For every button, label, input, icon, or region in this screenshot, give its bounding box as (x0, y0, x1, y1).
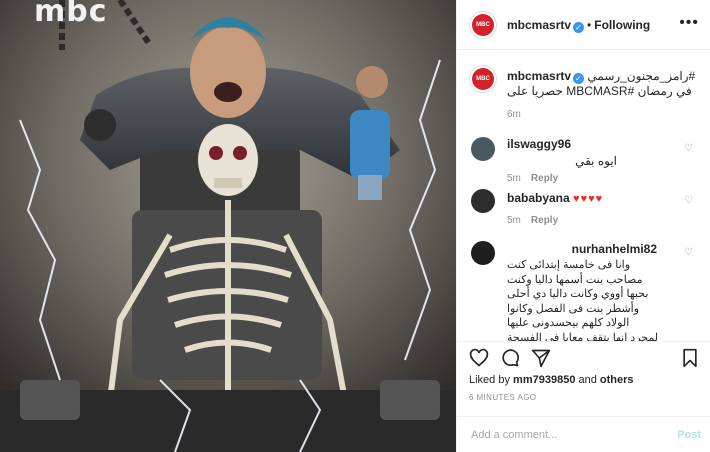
comment-item: ilswaggy96 (507, 137, 571, 152)
like-heart-icon[interactable] (469, 348, 489, 368)
following-button[interactable]: Following (594, 18, 650, 32)
comment-text: ♥♥♥♥ (573, 193, 604, 205)
comment-age: 5m (507, 215, 521, 226)
action-bar (457, 341, 710, 373)
caption-avatar[interactable]: MBC (469, 65, 497, 93)
author-username[interactable]: mbcmasrtv (507, 18, 571, 32)
comment-item: bababyana ♥♥♥♥ (507, 191, 603, 207)
post-sidebar: MBC mbcmasrtv ✓ • Following ••• MBC mbcmasr… (456, 0, 710, 452)
caption: mbcmasrtv ✓ #رامز_مجنون_رسمي في رمضان #MB… (507, 69, 703, 99)
reply-button[interactable]: Reply (531, 215, 558, 226)
more-options-icon[interactable]: ••• (679, 14, 699, 32)
verified-badge-icon: ✓ (573, 22, 585, 33)
separator-dot: • (587, 18, 592, 32)
post-image[interactable]: mbc (0, 0, 456, 452)
comment-like-icon[interactable]: ♡ (684, 195, 693, 206)
comment-text: ايوه بقي (575, 154, 617, 168)
comment-like-icon[interactable]: ♡ (684, 143, 693, 154)
share-plane-icon[interactable] (531, 348, 551, 368)
post-header: MBC mbcmasrtv ✓ • Following ••• (457, 0, 710, 50)
mbc-watermark: mbc (34, 0, 108, 29)
comment-meta: 5m Reply (507, 173, 558, 184)
comment-username[interactable]: nurhanhelmi82 (572, 242, 657, 256)
liked-by-user-link[interactable]: mm7939850 (513, 374, 575, 386)
post-comment-button[interactable]: Post (677, 429, 701, 441)
likes-summary: Liked by mm7939850 and others (469, 374, 634, 386)
comment-meta: 5m Reply (507, 215, 558, 226)
author-avatar[interactable]: MBC (469, 11, 497, 39)
commenter-avatar[interactable] (471, 137, 495, 161)
mbc-masr-logo-icon: MBC (472, 14, 494, 36)
comment-item: nurhanhelmi82 (507, 242, 657, 257)
save-bookmark-icon[interactable] (681, 348, 699, 368)
commenter-avatar[interactable] (471, 241, 495, 265)
caption-age: 6m (507, 109, 521, 120)
comment-bubble-icon[interactable] (500, 348, 520, 368)
comment-text: وانا فى خامسة إبتدائى كنت مصاحب بنت أسمه… (507, 259, 659, 341)
post-timestamp: 6 MINUTES AGO (469, 393, 537, 402)
reply-button[interactable]: Reply (531, 173, 558, 184)
comment-username[interactable]: ilswaggy96 (507, 137, 571, 151)
caption-username[interactable]: mbcmasrtv (507, 69, 571, 83)
likes-others-link[interactable]: others (600, 374, 634, 386)
comment-age: 5m (507, 173, 521, 184)
mbc-masr-logo-icon: MBC (472, 68, 494, 90)
comment-username[interactable]: bababyana (507, 191, 570, 205)
comments-list[interactable]: MBC mbcmasrtv ✓ #رامز_مجنون_رسمي في رمضان… (457, 51, 710, 341)
add-comment-input[interactable]: Add a comment... (471, 429, 557, 441)
verified-badge-icon: ✓ (573, 73, 585, 84)
likes-prefix: Liked by (469, 374, 510, 386)
poster-illustration (0, 0, 456, 452)
add-comment-bar: Add a comment... Post (457, 416, 710, 452)
comment-like-icon[interactable]: ♡ (684, 247, 693, 258)
likes-connector: and (578, 374, 597, 386)
commenter-avatar[interactable] (471, 189, 495, 213)
